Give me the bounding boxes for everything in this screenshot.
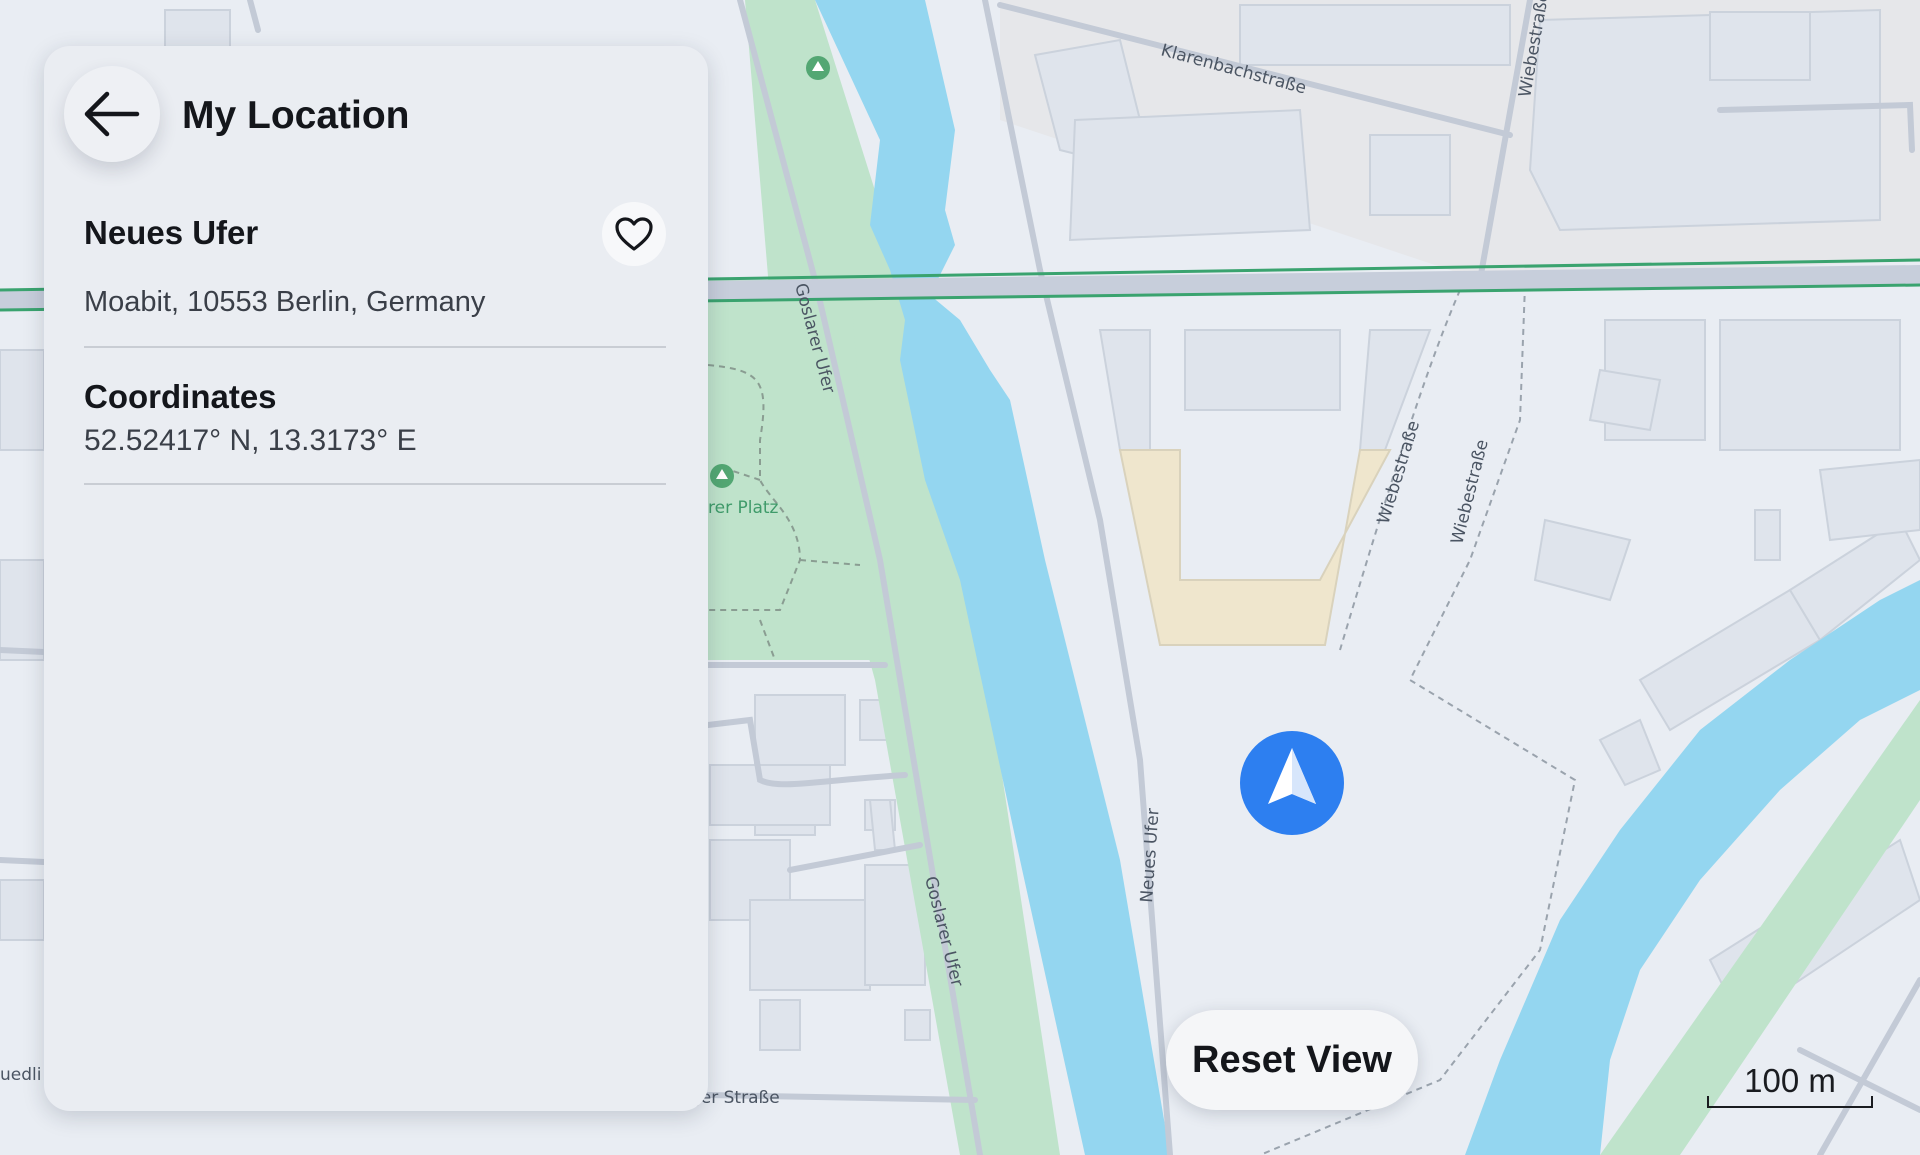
divider (84, 483, 666, 485)
heart-outline-icon (615, 217, 653, 251)
place-address: Moabit, 10553 Berlin, Germany (84, 286, 486, 318)
coordinates-value: 52.52417° N, 13.3173° E (84, 424, 417, 457)
coordinates-heading: Coordinates (84, 378, 277, 415)
divider (84, 346, 666, 348)
page-title: My Location (182, 94, 410, 137)
favorite-button[interactable] (602, 202, 666, 266)
scale-label: 100 m (1744, 1062, 1836, 1099)
location-details-panel: My Location Neues Ufer Moabit, 10553 Ber… (44, 46, 708, 1111)
street-label: uedli (0, 1065, 41, 1085)
park-pin-icon (806, 56, 830, 80)
map-park-area (708, 280, 880, 660)
scale-line (1707, 1096, 1873, 1108)
park-label: rer Platz (708, 498, 779, 518)
place-name: Neues Ufer (84, 214, 259, 251)
park-pin-icon (710, 464, 734, 488)
current-location-marker[interactable] (1240, 731, 1344, 835)
reset-view-button[interactable]: Reset View (1166, 1010, 1418, 1110)
map-scale-bar: 100 m (1707, 1062, 1873, 1108)
back-button[interactable] (64, 66, 160, 162)
arrow-left-icon (84, 91, 140, 137)
